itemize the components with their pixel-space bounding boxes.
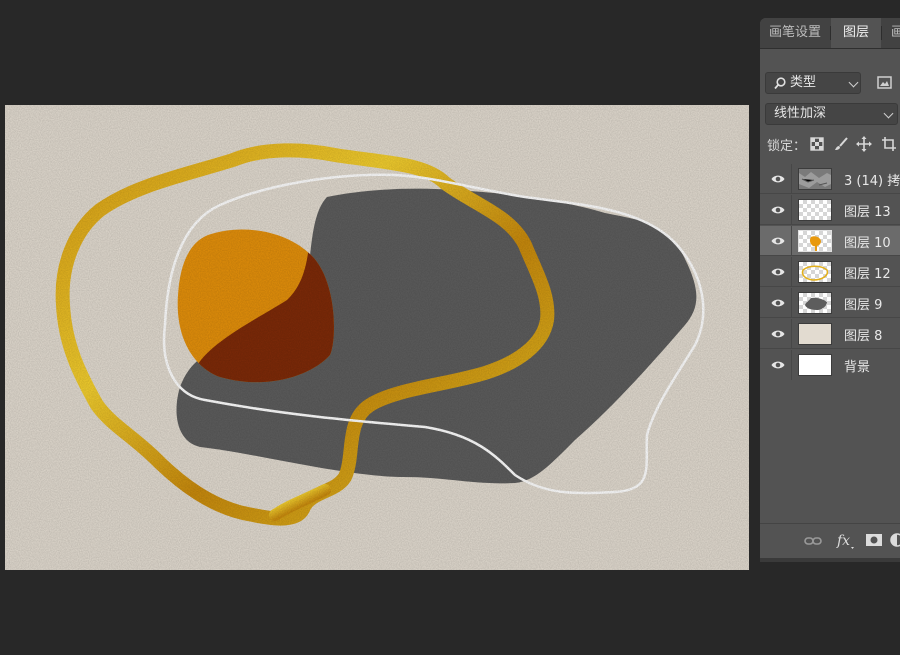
layer-thumbnail bbox=[798, 261, 832, 283]
layer-thumbnail bbox=[798, 354, 832, 376]
layer-row[interactable]: 背景 bbox=[760, 350, 900, 380]
layers-panel: 画笔设置 图层 画 类型 线性加深 锁定： 3 (14) 拷 图层 13 图层 … bbox=[760, 18, 900, 558]
tab-overflow[interactable]: 画 bbox=[882, 18, 900, 48]
lock-position-icon[interactable] bbox=[856, 136, 872, 152]
layer-row[interactable]: 3 (14) 拷贝 bbox=[760, 164, 900, 194]
link-icon[interactable] bbox=[804, 534, 822, 548]
layer-thumbnail bbox=[798, 168, 832, 190]
divider bbox=[791, 288, 792, 318]
artwork bbox=[5, 105, 749, 570]
divider bbox=[791, 164, 792, 194]
divider bbox=[791, 350, 792, 380]
grain-overlay bbox=[5, 105, 749, 570]
layer-row[interactable]: 图层 9 bbox=[760, 288, 900, 318]
lock-artboard-icon[interactable] bbox=[881, 136, 897, 152]
layer-name: 3 (14) 拷贝 bbox=[844, 174, 900, 189]
fx-icon[interactable]: fx bbox=[836, 532, 856, 550]
layer-filter-select[interactable]: 类型 bbox=[765, 72, 861, 94]
layer-thumbnail bbox=[798, 292, 832, 314]
eye-icon[interactable] bbox=[771, 265, 785, 279]
adjustment-icon[interactable] bbox=[890, 533, 900, 547]
eye-icon[interactable] bbox=[771, 203, 785, 217]
divider bbox=[791, 257, 792, 287]
eye-icon[interactable] bbox=[771, 327, 785, 341]
layer-name: 图层 8 bbox=[844, 329, 883, 344]
chevron-down-icon bbox=[883, 108, 894, 119]
lock-image-pixels-icon[interactable] bbox=[833, 136, 849, 152]
layer-thumbnail bbox=[798, 323, 832, 345]
layer-name: 图层 13 bbox=[844, 205, 891, 220]
panel-tabbar: 画笔设置 图层 画 bbox=[760, 18, 900, 49]
layer-name: 图层 9 bbox=[844, 298, 883, 313]
blend-mode-select[interactable]: 线性加深 bbox=[765, 103, 898, 125]
layer-row[interactable]: 图层 13 bbox=[760, 195, 900, 225]
document-canvas[interactable] bbox=[5, 105, 749, 570]
divider bbox=[791, 226, 792, 256]
lock-row: 锁定： bbox=[760, 133, 900, 155]
eye-icon[interactable] bbox=[771, 234, 785, 248]
lock-transparent-pixels-icon[interactable] bbox=[810, 137, 824, 151]
layer-name: 背景 bbox=[844, 360, 871, 375]
filter-image-icon[interactable] bbox=[872, 72, 896, 94]
layer-name: 图层 12 bbox=[844, 267, 891, 282]
tab-layers[interactable]: 图层 bbox=[831, 18, 881, 48]
mask-icon[interactable] bbox=[865, 533, 883, 547]
layer-name: 图层 10 bbox=[844, 236, 891, 251]
eye-icon[interactable] bbox=[771, 296, 785, 310]
divider bbox=[791, 319, 792, 349]
tab-brush-settings[interactable]: 画笔设置 bbox=[760, 18, 830, 48]
search-icon bbox=[774, 77, 786, 90]
panel-bottom-edge bbox=[760, 558, 900, 562]
filter-label: 类型 bbox=[790, 75, 817, 90]
eye-icon[interactable] bbox=[771, 358, 785, 372]
svg-text:fx: fx bbox=[836, 533, 850, 549]
eye-icon[interactable] bbox=[771, 172, 785, 186]
layer-row[interactable]: 图层 12 bbox=[760, 257, 900, 287]
layer-row-selected[interactable]: 图层 10 bbox=[760, 226, 900, 256]
lock-label: 锁定： bbox=[767, 139, 807, 154]
blend-mode-value: 线性加深 bbox=[774, 106, 827, 121]
layer-thumbnail bbox=[798, 230, 832, 252]
divider bbox=[791, 195, 792, 225]
chevron-down-icon bbox=[848, 77, 859, 88]
layer-row[interactable]: 图层 8 bbox=[760, 319, 900, 349]
layer-thumbnail bbox=[798, 199, 832, 221]
panel-bottom-bar: fx bbox=[760, 523, 900, 558]
layers-list: 3 (14) 拷贝 图层 13 图层 10 图层 12 bbox=[760, 164, 900, 391]
